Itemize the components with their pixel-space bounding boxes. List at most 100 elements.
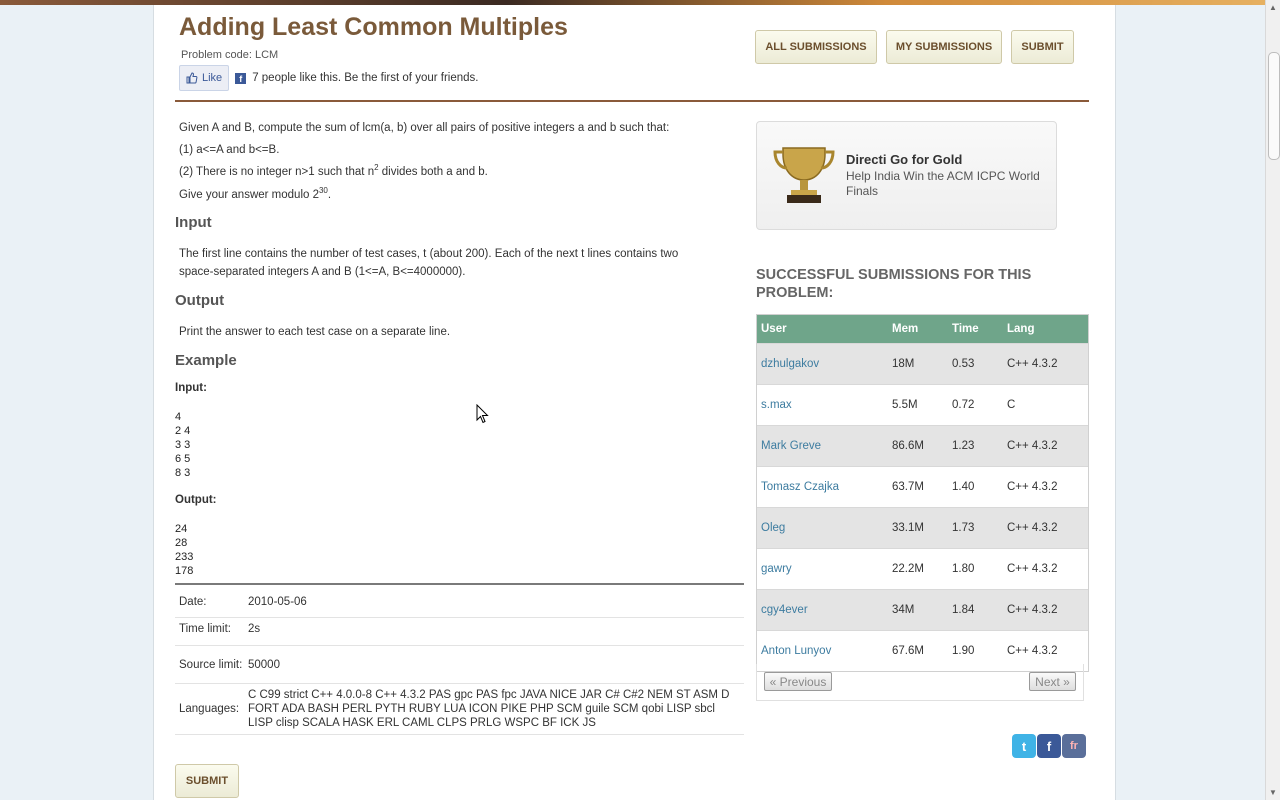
table-row: gawry 22.2M 1.80 C++ 4.3.2	[757, 548, 1088, 589]
statement-line-4: Give your answer modulo 230.	[179, 186, 332, 201]
submission-user-link[interactable]: cgy4ever	[757, 604, 892, 616]
input-text-line-1: The first line contains the number of te…	[179, 248, 679, 260]
twitter-icon[interactable]: t	[1012, 734, 1036, 758]
submission-time: 1.73	[952, 522, 975, 534]
go-for-gold-ad[interactable]: Directi Go for Gold Help India Win the A…	[756, 121, 1057, 230]
like-label: Like	[202, 72, 223, 84]
submissions-table-header: User Mem Time Lang	[757, 315, 1088, 343]
meta-row-languages: Languages: C C99 strict C++ 4.0.0-8 C++ …	[175, 684, 744, 735]
submission-time: 1.40	[952, 481, 975, 493]
successful-submissions-heading: SUCCESSFUL SUBMISSIONS FOR THIS PROBLEM:	[756, 267, 1032, 301]
submission-time: 1.80	[952, 563, 975, 575]
table-row: dzhulgakov 18M 0.53 C++ 4.3.2	[757, 343, 1088, 384]
table-row: Oleg 33.1M 1.73 C++ 4.3.2	[757, 507, 1088, 548]
submission-lang: C++ 4.3.2	[1007, 563, 1058, 575]
problem-meta-table: Date: 2010-05-06 Time limit: 2s Source l…	[175, 592, 744, 735]
submission-lang: C++ 4.3.2	[1007, 358, 1058, 370]
meta-languages-value: C C99 strict C++ 4.0.0-8 C++ 4.3.2 PAS g…	[248, 689, 730, 729]
example-output-label: Output:	[175, 494, 217, 506]
submission-user-link[interactable]: Anton Lunyov	[757, 645, 892, 657]
input-text-line-2: space-separated integers A and B (1<=A, …	[179, 266, 466, 278]
meta-row-time: Time limit: 2s	[175, 618, 744, 646]
all-submissions-button[interactable]: ALL SUBMISSIONS	[755, 30, 877, 64]
ad-title: Directi Go for Gold	[846, 152, 963, 167]
facebook-share-icon[interactable]: f	[1037, 734, 1061, 758]
scrollbar-thumb[interactable]	[1268, 52, 1280, 160]
statement-line-2: (1) a<=A and b<=B.	[179, 144, 280, 156]
submit-button-bottom[interactable]: SUBMIT	[175, 764, 239, 798]
submission-user-link[interactable]: Oleg	[757, 522, 892, 534]
meta-time-value: 2s	[248, 623, 261, 635]
problem-code: Problem code: LCM	[181, 49, 279, 61]
statement-line-1: Given A and B, compute the sum of lcm(a,…	[179, 122, 670, 134]
next-page-button[interactable]: Next »	[1029, 672, 1076, 691]
meta-source-label: Source limit:	[179, 658, 243, 671]
submission-time: 1.23	[952, 440, 975, 452]
submission-lang: C++ 4.3.2	[1007, 604, 1058, 616]
example-input-label: Input:	[175, 382, 207, 394]
example-output-block: 24 28 233 178	[175, 523, 194, 577]
submission-mem: 67.6M	[892, 645, 924, 657]
my-submissions-button[interactable]: MY SUBMISSIONS	[886, 30, 1002, 64]
submission-user-link[interactable]: gawry	[757, 563, 892, 575]
submission-lang: C++ 4.3.2	[1007, 481, 1058, 493]
mouse-cursor-icon	[476, 404, 489, 424]
submission-mem: 22.2M	[892, 563, 924, 575]
submission-lang: C++ 4.3.2	[1007, 645, 1058, 657]
submission-mem: 63.7M	[892, 481, 924, 493]
column-header-time: Time	[952, 323, 979, 335]
submissions-table: User Mem Time Lang dzhulgakov 18M 0.53 C…	[756, 314, 1089, 672]
thumbs-up-icon	[186, 72, 198, 84]
example-divider	[175, 583, 744, 585]
statement-line-3: (2) There is no integer n>1 such that n2…	[179, 163, 488, 178]
meta-time-label: Time limit:	[179, 623, 231, 635]
input-heading: Input	[175, 214, 212, 231]
submission-mem: 33.1M	[892, 522, 924, 534]
previous-page-button[interactable]: « Previous	[764, 672, 832, 691]
submissions-pager: « Previous Next »	[756, 664, 1084, 701]
meta-languages-label: Languages:	[179, 703, 240, 715]
submission-time: 1.90	[952, 645, 975, 657]
meta-row-source: Source limit: 50000	[175, 646, 744, 684]
ad-subtitle: Help India Win the ACM ICPC World Finals	[846, 169, 1040, 198]
table-row: Mark Greve 86.6M 1.23 C++ 4.3.2	[757, 425, 1088, 466]
submission-user-link[interactable]: Tomasz Czajka	[757, 481, 892, 493]
vertical-scrollbar[interactable]: ▲ ▼	[1265, 0, 1280, 800]
submission-mem: 86.6M	[892, 440, 924, 452]
submission-mem: 34M	[892, 604, 915, 616]
example-heading: Example	[175, 352, 237, 369]
scroll-down-arrow-icon[interactable]: ▼	[1269, 788, 1277, 797]
column-header-mem: Mem	[892, 323, 919, 335]
example-input-block: 4 2 4 3 3 6 5 8 3	[175, 411, 191, 479]
like-button[interactable]: Like	[179, 65, 230, 91]
column-header-lang: Lang	[1007, 323, 1035, 335]
output-text: Print the answer to each test case on a …	[179, 326, 451, 338]
column-header-user: User	[761, 323, 787, 335]
submission-time: 0.72	[952, 399, 975, 411]
table-row: Tomasz Czajka 63.7M 1.40 C++ 4.3.2	[757, 466, 1088, 507]
facebook-icon: f	[235, 72, 247, 84]
submission-user-link[interactable]: s.max	[757, 399, 892, 411]
submission-lang: C	[1007, 399, 1016, 411]
trophy-icon	[773, 147, 835, 203]
like-count-text: 7 people like this. Be the first of your…	[252, 72, 479, 84]
friendfeed-icon[interactable]: fr	[1062, 734, 1086, 758]
meta-row-date: Date: 2010-05-06	[175, 592, 744, 618]
submission-user-link[interactable]: Mark Greve	[757, 440, 892, 452]
submission-mem: 18M	[892, 358, 915, 370]
meta-date-value: 2010-05-06	[248, 596, 307, 608]
submission-lang: C++ 4.3.2	[1007, 522, 1058, 534]
table-row: cgy4ever 34M 1.84 C++ 4.3.2	[757, 589, 1088, 630]
table-row: s.max 5.5M 0.72 C	[757, 384, 1088, 425]
scroll-up-arrow-icon[interactable]: ▲	[1269, 3, 1277, 12]
meta-source-value: 50000	[248, 658, 280, 671]
submission-user-link[interactable]: dzhulgakov	[757, 358, 892, 370]
submission-time: 0.53	[952, 358, 975, 370]
submit-button-top[interactable]: SUBMIT	[1011, 30, 1074, 64]
submission-mem: 5.5M	[892, 399, 918, 411]
submission-time: 1.84	[952, 604, 975, 616]
output-heading: Output	[175, 292, 225, 309]
facebook-like-box: Like f 7 people like this. Be the first …	[179, 65, 479, 91]
meta-date-label: Date:	[179, 596, 207, 608]
title-divider	[175, 100, 1089, 102]
